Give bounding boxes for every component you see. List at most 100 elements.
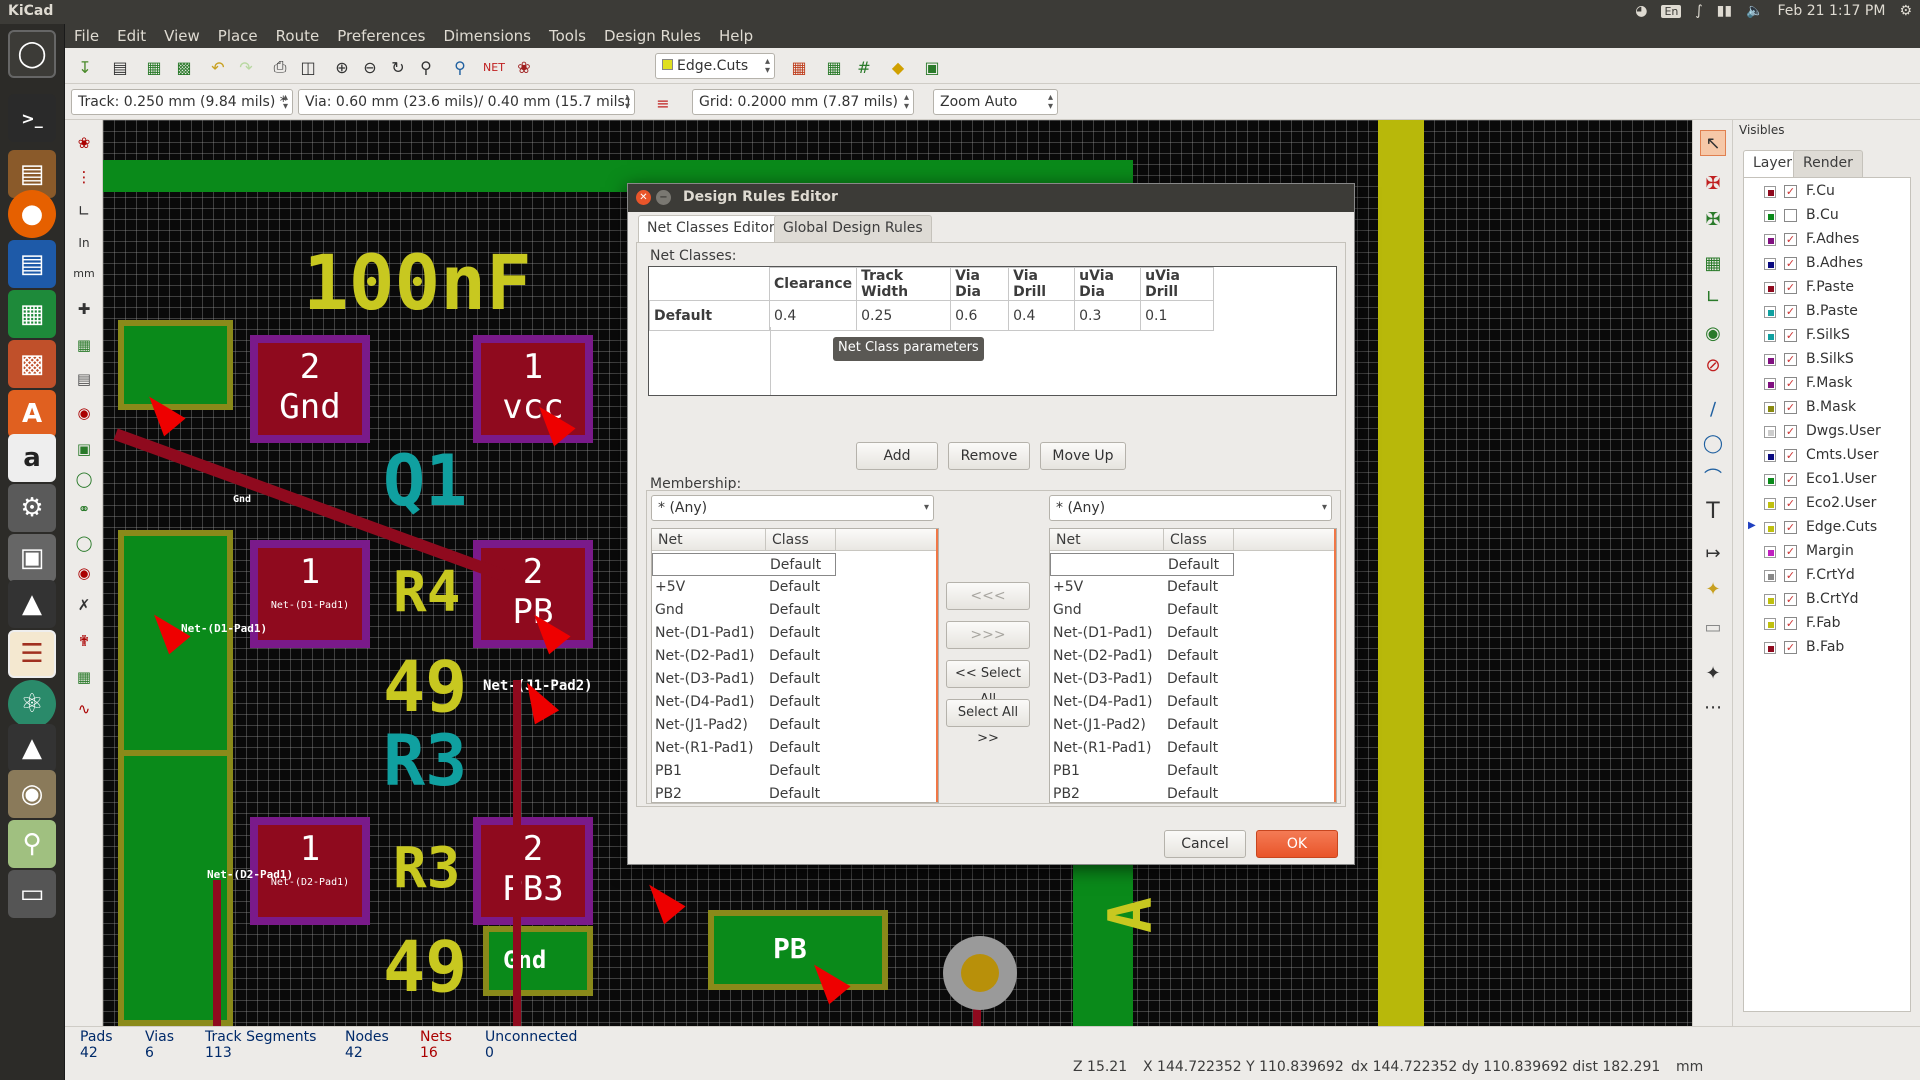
layer-color-swatch[interactable] [1764,474,1776,486]
tab-net-classes-editor[interactable]: Net Classes Editor [638,215,784,243]
set-origin-icon[interactable]: ✦ [1700,660,1726,686]
membership-row[interactable]: Net-(D1-Pad1) Default [1050,622,1334,645]
new-board-icon[interactable]: ↧ [72,54,98,80]
layer-select[interactable]: Edge.Cuts ▴ ▾ [655,53,775,79]
route-icon[interactable]: ◆ [885,54,911,80]
writer-icon[interactable]: ▤ [8,240,56,288]
membership-row[interactable]: PB1 Default [1050,760,1334,783]
layer-row[interactable]: ✓ Eco2.User [1744,492,1910,514]
zone-outline-icon[interactable]: ◯ [71,466,97,492]
left-class-filter[interactable]: * (Any) ▾ [651,495,934,521]
software-center-icon[interactable]: A [8,390,56,438]
membership-row[interactable]: Net-(D1-Pad1) Default [652,622,936,645]
find-icon[interactable]: ⚲ [447,54,473,80]
plot-icon[interactable]: ◫ [295,54,321,80]
settings-gear-icon[interactable]: ⚙ [1899,3,1912,19]
layer-row[interactable]: ✓ F.Adhes [1744,228,1910,250]
col-header-net[interactable]: Net [1050,529,1164,551]
col-header-net[interactable]: Net [652,529,766,551]
menu-file[interactable]: File [65,27,108,45]
col-header[interactable]: Via Drill [1008,267,1076,301]
layer-color-swatch[interactable] [1764,306,1776,318]
layer-row[interactable]: ✓ B.Paste [1744,300,1910,322]
redo-icon[interactable]: ↷ [233,54,259,80]
col-header[interactable]: uVia Dia [1074,267,1142,301]
add-dimension-icon[interactable]: ↦ [1700,540,1726,566]
layer-row[interactable]: ✓ F.CrtYd [1744,564,1910,586]
layer-row[interactable]: ✓ B.Mask [1744,396,1910,418]
remove-button[interactable]: Remove [948,442,1030,470]
layer-row[interactable]: ✓ B.Fab [1744,636,1910,658]
trash-icon[interactable]: ▭ [8,870,56,918]
layer-row[interactable]: B.Cu [1744,204,1910,226]
left-membership-list[interactable]: Net Class Default +5V Default Gnd Default Net… [651,528,939,803]
track-sketch-icon[interactable]: ✗ [71,592,97,618]
membership-row[interactable]: +5V Default [652,576,936,599]
add-line-icon[interactable]: ∕ [1700,396,1726,422]
atom-icon[interactable]: ⚛ [8,680,56,728]
menu-view[interactable]: View [155,27,209,45]
layer-row[interactable]: ✓ F.Mask [1744,372,1910,394]
layer-color-swatch[interactable] [1764,450,1776,462]
amazon-icon[interactable]: a [8,434,56,482]
layer-visibility-checkbox[interactable]: ✓ [1784,353,1797,366]
smd-pad[interactable]: 1 Net-(D1-Pad1) [250,540,370,648]
layer-visibility-checkbox[interactable]: ✓ [1784,521,1797,534]
terminal-icon[interactable]: >_ [8,94,56,142]
select-arrow-icon[interactable]: ↖ [1700,130,1726,156]
scripting-console-icon[interactable]: ▣ [919,54,945,80]
layer-color-swatch[interactable] [1764,642,1776,654]
layer-visibility-checkbox[interactable]: ✓ [1784,569,1797,582]
system-settings-icon[interactable]: ⚙ [8,484,56,532]
menu-preferences[interactable]: Preferences [328,27,434,45]
highlight-net-icon[interactable]: ✠ [1700,170,1726,196]
auto-delete-track-icon[interactable]: ◉ [71,400,97,426]
layer-visibility-checkbox[interactable]: ✓ [1784,377,1797,390]
clock[interactable]: Feb 21 1:17 PM [1778,3,1886,19]
layer-color-swatch[interactable] [1764,354,1776,366]
col-header[interactable]: uVia Drill [1140,267,1215,301]
layer-color-swatch[interactable] [1764,498,1776,510]
layer-color-swatch[interactable] [1764,378,1776,390]
minimize-icon[interactable]: − [656,190,671,205]
layer-visibility-checkbox[interactable]: ✓ [1784,281,1797,294]
move-up-button[interactable]: Move Up [1040,442,1126,470]
menu-help[interactable]: Help [710,27,762,45]
layer-visibility-checkbox[interactable]: ✓ [1784,401,1797,414]
layer-color-swatch[interactable] [1764,282,1776,294]
add-target-icon[interactable]: ✦ [1700,576,1726,602]
col-header-class[interactable]: Class [1164,529,1234,551]
add-footprint-icon[interactable]: ▦ [1700,250,1726,276]
zoom-in-icon[interactable]: ⊕ [329,54,355,80]
layer-row[interactable]: ✓ F.Paste [1744,276,1910,298]
layer-row[interactable]: ✓ Dwgs.User [1744,420,1910,442]
grid-select[interactable]: Grid: 0.2000 mm (7.87 mils) ▴ ▾ [692,89,914,115]
net-class-row[interactable]: Default 0.4 0.25 0.6 0.4 0.3 0.1 [649,300,1215,331]
smd-pad[interactable]: 2 PB3 [473,817,593,925]
membership-row[interactable]: Net-(D3-Pad1) Default [1050,668,1334,691]
grid-cell[interactable]: 0.4 [1008,300,1076,331]
add-button[interactable]: Add [856,442,938,470]
zone-sketch-icon[interactable]: ⚭ [71,496,97,522]
layer-visibility-checkbox[interactable]: ✓ [1784,449,1797,462]
menu-edit[interactable]: Edit [108,27,155,45]
ok-button[interactable]: OK [1256,830,1338,858]
ratsnest-icon[interactable]: ▦ [71,332,97,358]
delete-icon[interactable]: ▭ [1700,614,1726,640]
netlist-icon[interactable]: NET [481,54,507,80]
membership-row[interactable]: PB1 Default [652,760,936,783]
move-left-button[interactable]: <<< [946,582,1030,610]
layer-visibility-checkbox[interactable]: ✓ [1784,329,1797,342]
tab-global-design-rules[interactable]: Global Design Rules [774,215,932,243]
units-inch-icon[interactable]: In [71,230,97,256]
membership-row[interactable]: Net-(J1-Pad2) Default [1050,714,1334,737]
layer-visibility-checkbox[interactable] [1784,209,1797,222]
layer-row[interactable]: ✓ F.Cu [1744,180,1910,202]
zone-fill-icon[interactable]: ▣ [71,436,97,462]
tab-render[interactable]: Render [1793,150,1863,178]
bluetooth-icon[interactable]: ∫ [1695,3,1702,19]
library-icon[interactable]: ▦ [141,54,167,80]
grid-dots-icon[interactable]: ⋮ [71,164,97,190]
layer-row[interactable]: ✓ Margin [1744,540,1910,562]
layer-visibility-checkbox[interactable]: ✓ [1784,593,1797,606]
